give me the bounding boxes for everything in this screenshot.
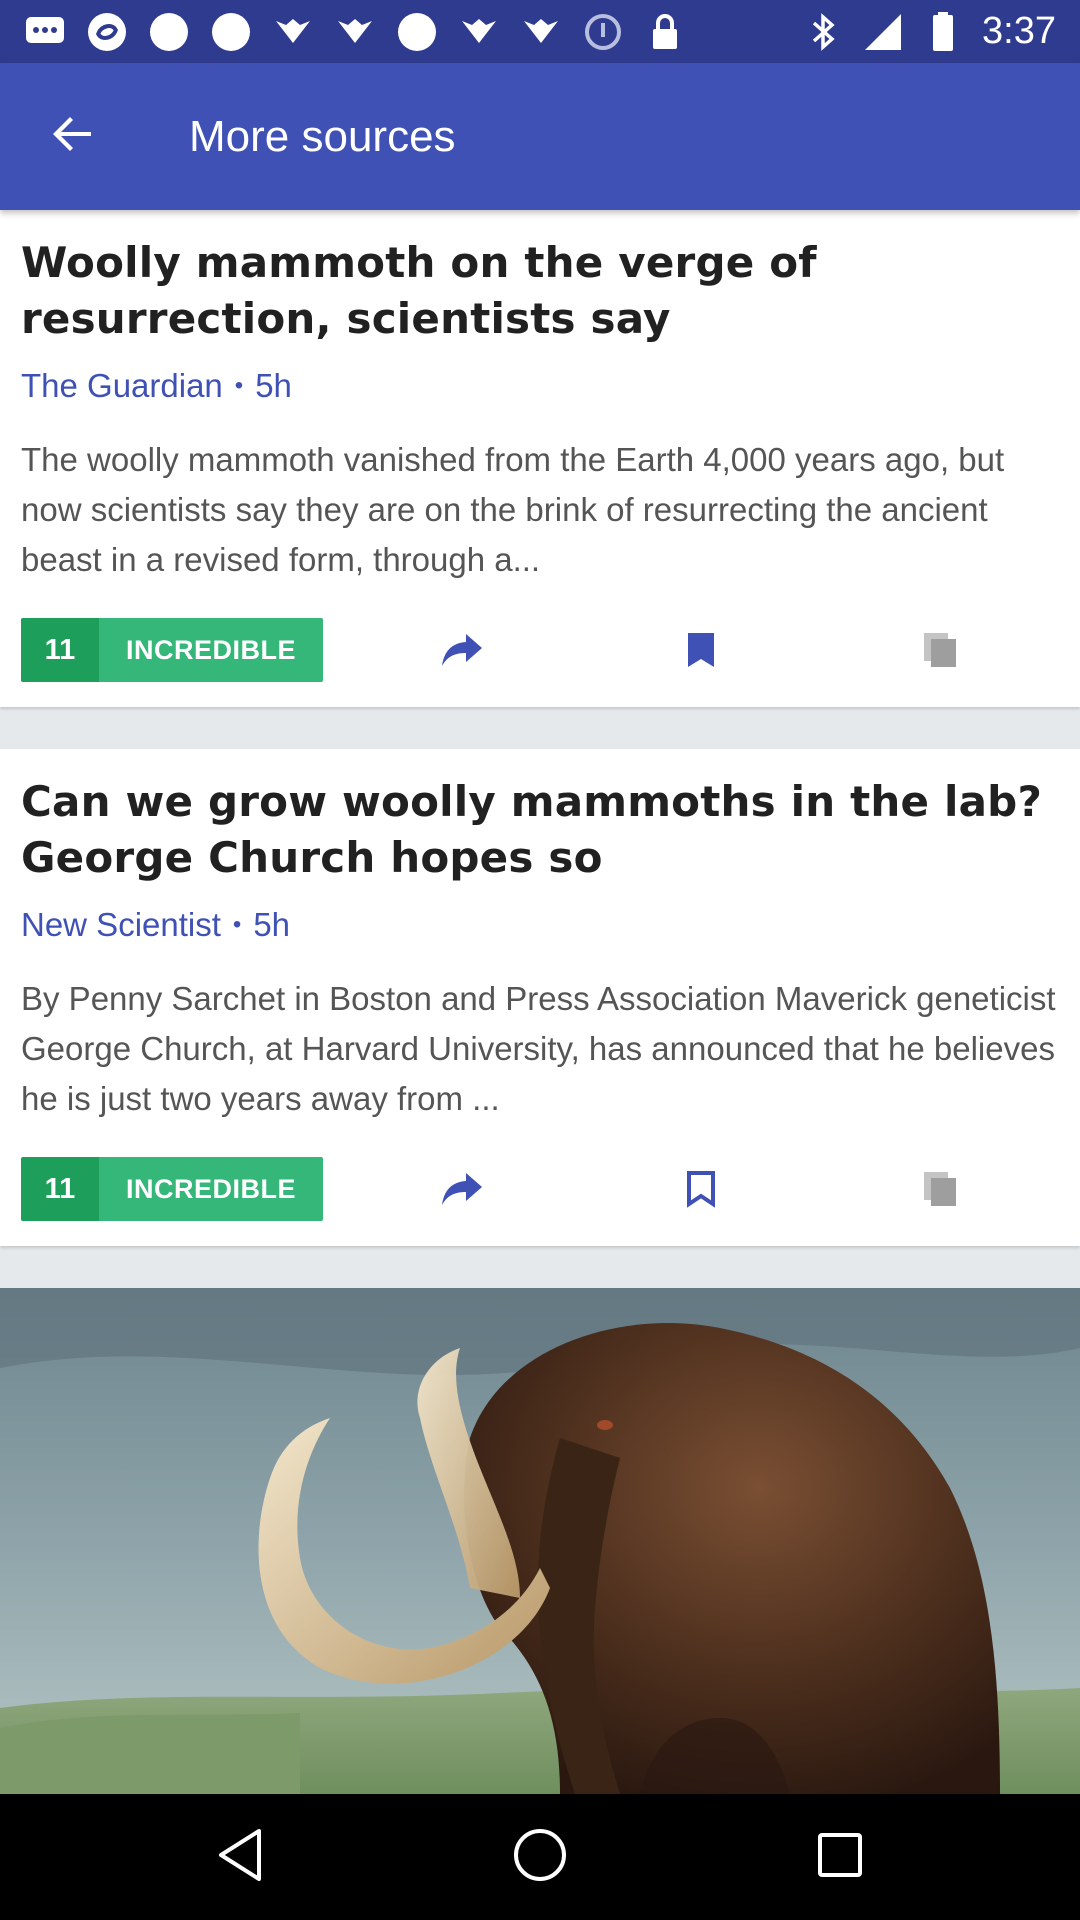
bookmark-filled-icon[interactable]: [679, 630, 723, 670]
recents-square-icon: [815, 1830, 865, 1885]
article-source[interactable]: New Scientist: [21, 906, 221, 944]
battery-icon: [922, 11, 964, 53]
article-snippet[interactable]: By Penny Sarchet in Boston and Press Ass…: [21, 974, 1059, 1124]
wings-icon: [458, 11, 500, 53]
wings-icon: [272, 11, 314, 53]
article-source[interactable]: The Guardian: [21, 367, 223, 405]
app-bar: More sources: [0, 63, 1080, 210]
nav-back-button[interactable]: [192, 1809, 288, 1905]
article-title[interactable]: Woolly mammoth on the verge of resurrect…: [21, 235, 1059, 347]
wings-icon: [520, 11, 562, 53]
article-actions: 11 INCREDIBLE: [21, 618, 1059, 682]
article-card[interactable]: Can we grow woolly mammoths in the lab? …: [0, 749, 1080, 1246]
navigation-bar: [0, 1794, 1080, 1920]
article-meta: New Scientist • 5h: [21, 906, 1059, 944]
home-circle-icon: [512, 1827, 568, 1888]
reaction-count: 11: [21, 618, 99, 682]
reaction-label: INCREDIBLE: [99, 1157, 323, 1221]
mammoth-illustration: [0, 1288, 1080, 1794]
reaction-count: 11: [21, 1157, 99, 1221]
circle-icon: [210, 11, 252, 53]
article-title[interactable]: Can we grow woolly mammoths in the lab? …: [21, 774, 1059, 886]
lock-icon: [644, 11, 686, 53]
signal-icon: [862, 11, 904, 53]
sync-icon: [86, 11, 128, 53]
nav-home-button[interactable]: [492, 1809, 588, 1905]
bookmark-outline-icon[interactable]: [679, 1169, 723, 1209]
meta-separator: •: [232, 911, 242, 938]
status-time: 3:37: [982, 10, 1056, 52]
reaction-button[interactable]: 11 INCREDIBLE: [21, 618, 323, 682]
nav-recents-button[interactable]: [792, 1809, 888, 1905]
copy-icon[interactable]: [918, 630, 962, 670]
share-icon[interactable]: [440, 630, 484, 670]
article-snippet[interactable]: The woolly mammoth vanished from the Ear…: [21, 435, 1059, 585]
article-age: 5h: [253, 906, 291, 943]
wings-icon: [334, 11, 376, 53]
reaction-label: INCREDIBLE: [99, 618, 323, 682]
meta-separator: •: [234, 372, 244, 399]
circle-icon: [396, 11, 438, 53]
article-meta: The Guardian • 5h: [21, 367, 1059, 405]
reaction-button[interactable]: 11 INCREDIBLE: [21, 1157, 323, 1221]
notification-icons: [24, 11, 802, 53]
back-button[interactable]: [31, 95, 115, 179]
arrow-back-icon: [51, 112, 95, 161]
article-actions: 11 INCREDIBLE: [21, 1157, 1059, 1221]
system-icons: 3:37: [802, 10, 1056, 53]
page-title: More sources: [189, 111, 456, 161]
data-saver-icon: [582, 11, 624, 53]
messaging-icon: [24, 11, 66, 53]
share-icon[interactable]: [440, 1169, 484, 1209]
circle-icon: [148, 11, 190, 53]
back-triangle-icon: [215, 1827, 265, 1888]
bluetooth-icon: [802, 11, 844, 53]
article-age: 5h: [255, 367, 292, 404]
copy-icon[interactable]: [918, 1169, 962, 1209]
article-image[interactable]: [0, 1288, 1080, 1794]
status-bar: 3:37: [0, 0, 1080, 63]
article-card[interactable]: Woolly mammoth on the verge of resurrect…: [0, 210, 1080, 707]
